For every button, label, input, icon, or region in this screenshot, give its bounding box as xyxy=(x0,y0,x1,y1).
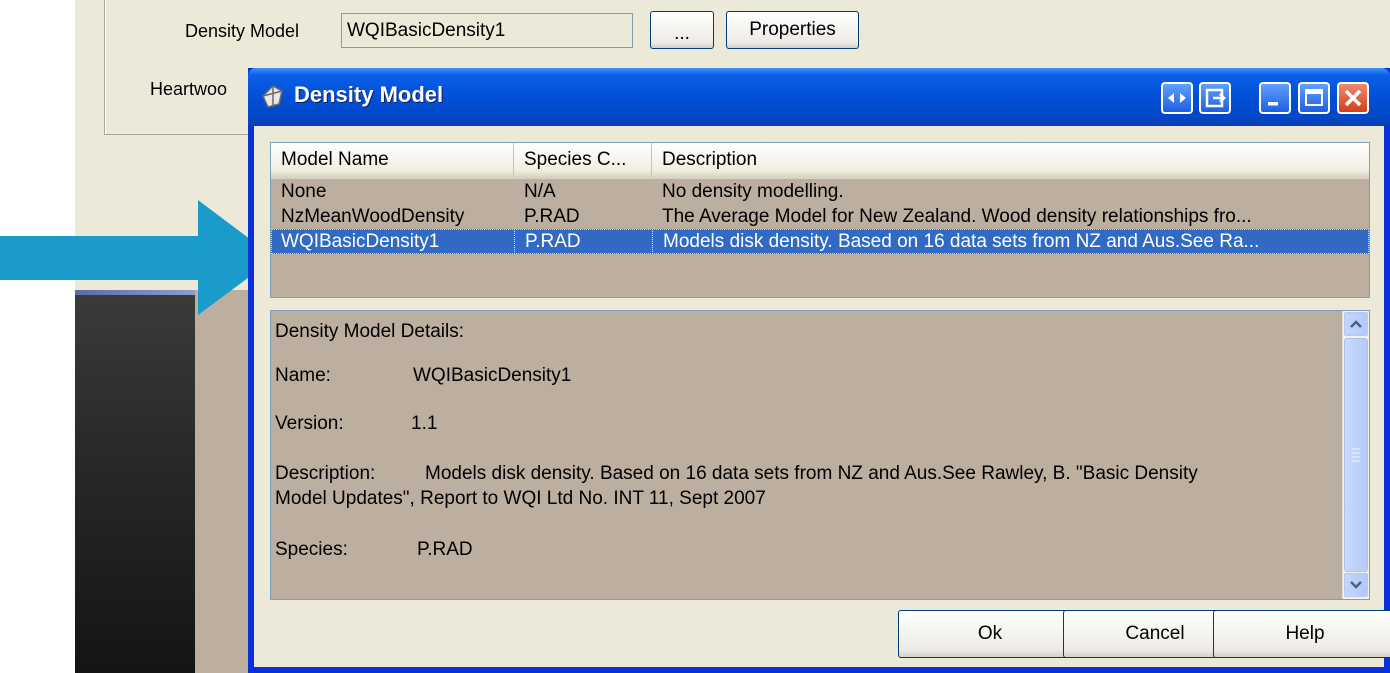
scroll-down-button[interactable] xyxy=(1344,573,1368,597)
desktop-strip xyxy=(75,290,195,673)
annotation-arrow-icon xyxy=(0,200,275,315)
description-line-2: Model Updates", Report to WQI Ltd No. IN… xyxy=(275,488,766,509)
maximize-icon xyxy=(1305,89,1323,106)
name-label: Name: xyxy=(275,365,331,386)
cell-species: P.RAD xyxy=(524,206,580,227)
model-list[interactable]: Model Name Species C... Description None… xyxy=(270,142,1370,298)
close-icon xyxy=(1344,89,1362,107)
help-button[interactable]: Help xyxy=(1213,610,1390,658)
export-icon xyxy=(1205,88,1226,108)
density-model-label: Density Model xyxy=(185,21,300,41)
dialog-title: Density Model xyxy=(294,82,444,107)
cell-description: No density modelling. xyxy=(662,181,844,202)
heartwood-label: Heartwoo xyxy=(150,79,228,99)
name-value: WQIBasicDensity1 xyxy=(413,365,572,386)
model-details-panel[interactable]: Density Model Details: Name: WQIBasicDen… xyxy=(270,310,1370,600)
list-row-none[interactable]: None N/A No density modelling. xyxy=(271,179,1369,204)
column-header-description[interactable]: Description xyxy=(652,143,1369,177)
resize-arrows-icon xyxy=(1168,93,1186,103)
app-icon xyxy=(262,85,283,108)
cell-model-name: NzMeanWoodDensity xyxy=(281,206,465,227)
list-row-nzmeanwooddensity[interactable]: NzMeanWoodDensity P.RAD The Average Mode… xyxy=(271,204,1369,229)
minimize-icon xyxy=(1268,102,1278,106)
dialog-titlebar[interactable]: Density Model xyxy=(248,68,1390,126)
cell-species: N/A xyxy=(524,181,556,202)
properties-button[interactable]: Properties xyxy=(726,11,859,49)
description-label: Description: xyxy=(275,463,376,484)
chevron-up-icon xyxy=(1350,320,1362,328)
column-header-model-name[interactable]: Model Name xyxy=(271,143,514,177)
ok-button[interactable]: Ok xyxy=(898,610,1082,658)
chevron-down-icon xyxy=(1350,581,1362,589)
scroll-up-button[interactable] xyxy=(1344,312,1368,336)
dialog-client-area: Model Name Species C... Description None… xyxy=(254,126,1390,667)
resize-button[interactable] xyxy=(1161,82,1193,114)
version-value: 1.1 xyxy=(411,413,438,434)
export-button[interactable] xyxy=(1199,82,1231,114)
version-label: Version: xyxy=(275,413,344,434)
species-label: Species: xyxy=(275,539,348,560)
browse-button[interactable]: ... xyxy=(650,11,714,49)
close-button[interactable] xyxy=(1337,82,1369,114)
density-model-field[interactable]: WQIBasicDensity1 xyxy=(341,13,633,48)
scroll-thumb[interactable] xyxy=(1344,338,1368,572)
background-tan-strip xyxy=(195,290,250,673)
details-heading: Density Model Details: xyxy=(275,321,465,342)
grip-icon xyxy=(1352,448,1360,462)
column-header-species[interactable]: Species C... xyxy=(514,143,652,177)
cell-model-name: WQIBasicDensity1 xyxy=(281,231,440,252)
density-model-dialog: Density Model Model Name Species C... De… xyxy=(248,68,1390,673)
minimize-button[interactable] xyxy=(1259,82,1291,114)
maximize-button[interactable] xyxy=(1298,82,1330,114)
list-header: Model Name Species C... Description xyxy=(271,143,1369,179)
description-line-1: Models disk density. Based on 16 data se… xyxy=(425,463,1198,484)
cell-description: Models disk density. Based on 16 data se… xyxy=(652,229,1369,254)
cell-model-name: None xyxy=(281,181,327,202)
cell-species: P.RAD xyxy=(514,229,652,254)
list-row-wqibasicdensity1[interactable]: WQIBasicDensity1 P.RAD Models disk densi… xyxy=(271,229,1369,254)
species-value: P.RAD xyxy=(417,539,473,560)
details-scrollbar[interactable] xyxy=(1342,311,1369,599)
cell-description: The Average Model for New Zealand. Wood … xyxy=(662,206,1252,227)
